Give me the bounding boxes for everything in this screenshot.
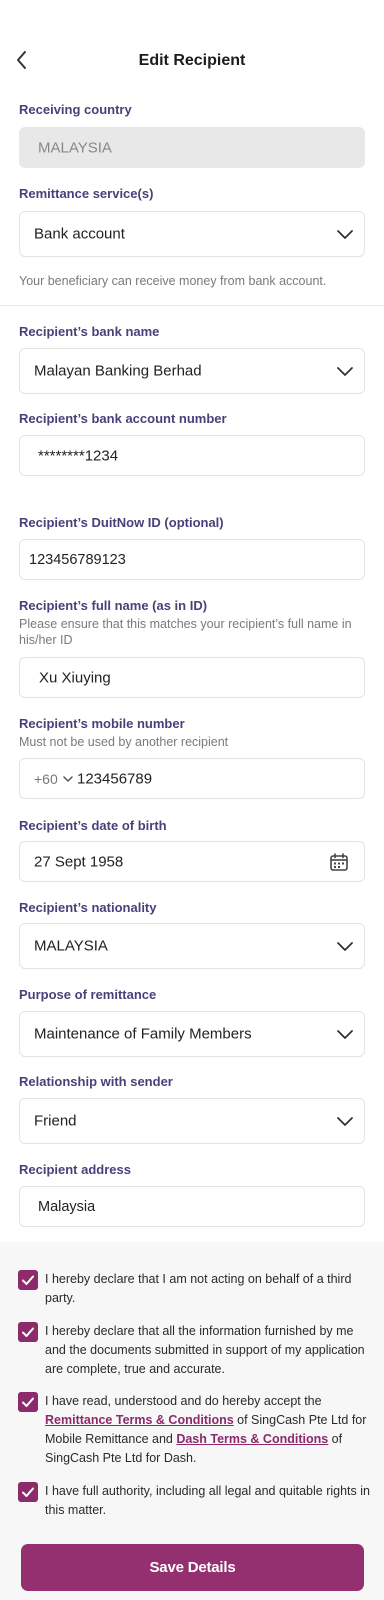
receiving-country-value: MALAYSIA bbox=[38, 139, 112, 156]
bank-name-select[interactable]: Malayan Banking Berhad bbox=[19, 348, 365, 394]
purpose-select[interactable]: Maintenance of Family Members bbox=[19, 1011, 365, 1057]
dob-value: 27 Sept 1958 bbox=[34, 853, 124, 870]
declaration-third-party: I hereby declare that I am not acting on… bbox=[45, 1272, 352, 1305]
remittance-service-value: Bank account bbox=[34, 225, 125, 243]
address-label: Recipient address bbox=[19, 1162, 131, 1177]
bank-account-label: Recipient’s bank account number bbox=[19, 411, 227, 426]
declaration-terms: I have read, understood and do hereby ac… bbox=[45, 1392, 370, 1468]
dob-input[interactable]: 27 Sept 1958 bbox=[19, 841, 365, 882]
duitnow-label: Recipient’s DuitNow ID (optional) bbox=[19, 515, 224, 530]
mobile-label: Recipient’s mobile number bbox=[19, 716, 185, 731]
relationship-select[interactable]: Friend bbox=[19, 1098, 365, 1144]
full-name-hint: Please ensure that this matches your rec… bbox=[19, 617, 352, 647]
declaration-accurate-info: I hereby declare that all the informatio… bbox=[45, 1324, 365, 1376]
chevron-down-icon[interactable] bbox=[62, 773, 74, 785]
receiving-country-field: MALAYSIA bbox=[19, 127, 365, 168]
checkbox-checked-icon[interactable] bbox=[18, 1322, 38, 1342]
address-value: Malaysia bbox=[38, 1198, 96, 1215]
dob-label: Recipient’s date of birth bbox=[19, 818, 167, 833]
mobile-hint: Must not be used by another recipient bbox=[19, 735, 229, 749]
bank-account-input[interactable]: ********1234 bbox=[19, 435, 365, 476]
duitnow-value: 123456789123 bbox=[29, 551, 126, 568]
remittance-service-label: Remittance service(s) bbox=[19, 186, 154, 201]
chevron-down-icon bbox=[337, 230, 353, 239]
nationality-label: Recipient’s nationality bbox=[19, 900, 157, 915]
mobile-input[interactable]: +60 123456789 bbox=[19, 758, 365, 799]
bank-name-value: Malayan Banking Berhad bbox=[34, 362, 202, 380]
dash-terms-link[interactable]: Dash Terms & Conditions bbox=[176, 1432, 328, 1446]
bank-account-value: ********1234 bbox=[38, 447, 119, 464]
country-code-selector[interactable]: +60 bbox=[34, 771, 58, 787]
duitnow-input[interactable]: 123456789123 bbox=[19, 539, 365, 580]
nationality-select[interactable]: MALAYSIA bbox=[19, 923, 365, 969]
remittance-service-select[interactable]: Bank account bbox=[19, 211, 365, 257]
page-title: Edit Recipient bbox=[138, 52, 246, 69]
purpose-label: Purpose of remittance bbox=[19, 987, 157, 1002]
save-details-button[interactable]: Save Details bbox=[21, 1544, 364, 1591]
declaration-authority: I have full authority, including all leg… bbox=[45, 1484, 370, 1517]
calendar-icon[interactable] bbox=[328, 851, 350, 873]
relationship-label: Relationship with sender bbox=[19, 1074, 173, 1089]
nationality-value: MALAYSIA bbox=[34, 937, 108, 955]
mobile-value: 123456789 bbox=[77, 770, 153, 787]
chevron-down-icon bbox=[337, 1117, 353, 1126]
remittance-terms-link[interactable]: Remittance Terms & Conditions bbox=[45, 1413, 234, 1427]
receiving-country-label: Receiving country bbox=[19, 102, 132, 117]
purpose-value: Maintenance of Family Members bbox=[34, 1025, 252, 1043]
full-name-label: Recipient’s full name (as in ID) bbox=[19, 598, 208, 613]
full-name-input[interactable]: Xu Xiuying bbox=[19, 657, 365, 698]
bank-name-label: Recipient’s bank name bbox=[19, 324, 160, 339]
checkbox-checked-icon[interactable] bbox=[18, 1482, 38, 1502]
address-input[interactable]: Malaysia bbox=[19, 1186, 365, 1227]
chevron-down-icon bbox=[337, 942, 353, 951]
chevron-down-icon bbox=[337, 367, 353, 376]
declaration-terms-text-a: I have read, understood and do hereby ac… bbox=[45, 1394, 322, 1408]
full-name-value: Xu Xiuying bbox=[39, 669, 111, 686]
checkbox-checked-icon[interactable] bbox=[18, 1270, 38, 1290]
remittance-service-hint: Your beneficiary can receive money from … bbox=[19, 274, 327, 288]
section-divider bbox=[0, 305, 384, 306]
checkbox-checked-icon[interactable] bbox=[18, 1392, 38, 1412]
relationship-value: Friend bbox=[34, 1112, 77, 1130]
chevron-down-icon bbox=[337, 1030, 353, 1039]
